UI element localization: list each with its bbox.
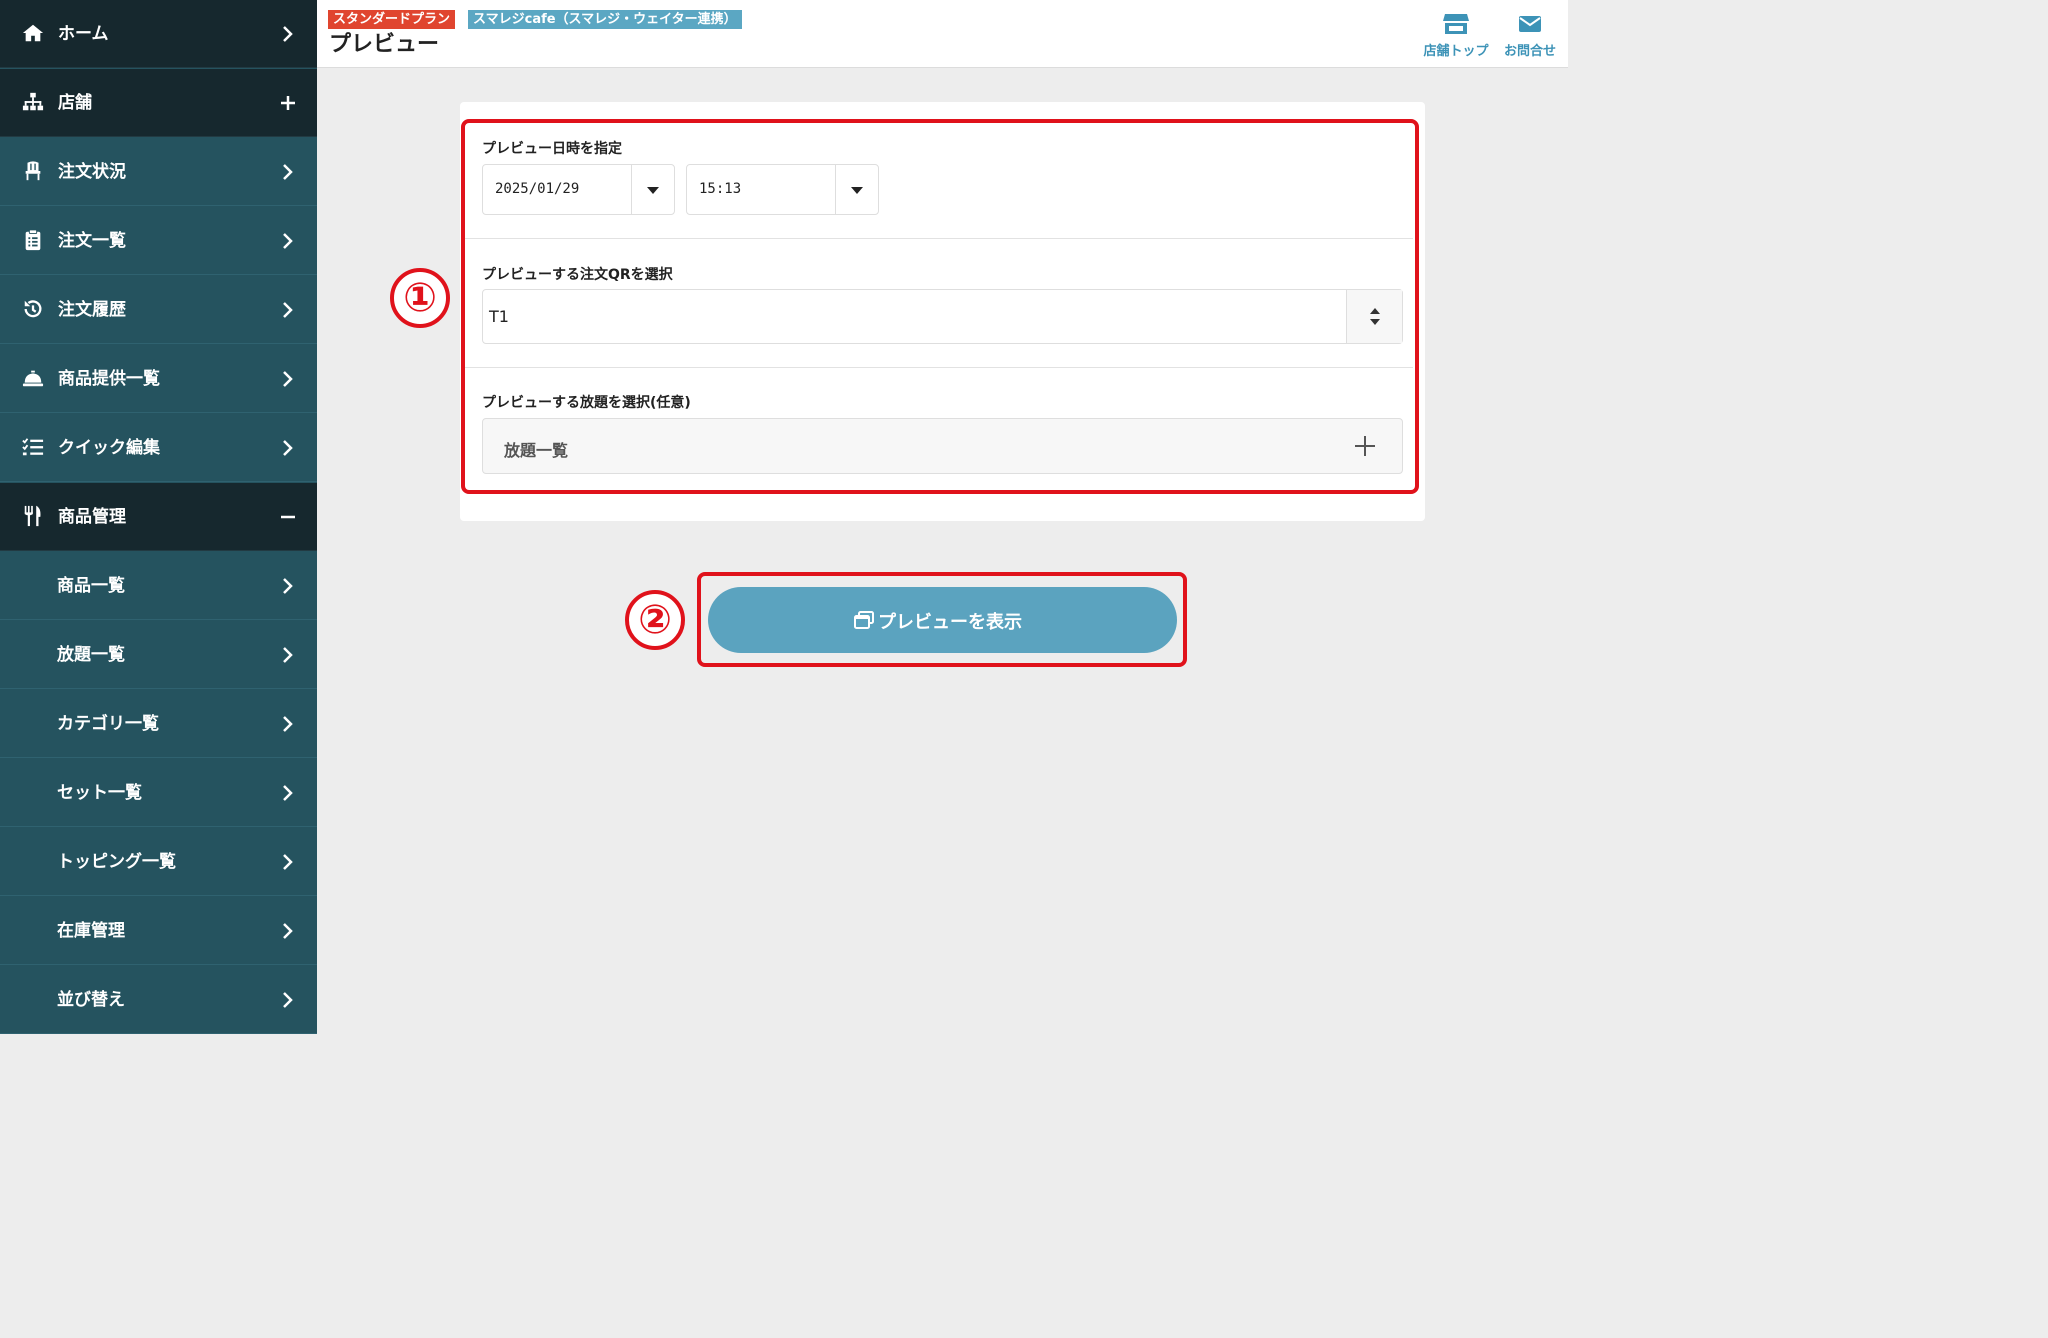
chevron-right-icon	[283, 854, 293, 870]
sidebar-subitem-toppings[interactable]: トッピング一覧	[0, 828, 317, 896]
chevron-right-icon	[283, 647, 293, 663]
sidebar-item-order-list[interactable]: 注文一覧	[0, 207, 317, 275]
history-icon	[24, 300, 42, 318]
plan-badge: スタンダードプラン	[328, 10, 456, 29]
sidebar-item-store[interactable]: 店舗	[0, 69, 317, 137]
store-icon	[1443, 14, 1469, 34]
sitemap-icon	[22, 92, 44, 111]
chevron-right-icon	[283, 26, 293, 42]
chevron-right-icon	[283, 302, 293, 318]
chevron-right-icon	[283, 233, 293, 249]
chevron-right-icon	[283, 992, 293, 1008]
clipboard-icon	[25, 229, 41, 251]
sidebar-item-label: 並び替え	[57, 990, 125, 1010]
sidebar-item-label: カテゴリ一覧	[57, 714, 159, 734]
sidebar-item-label: ホーム	[58, 24, 109, 44]
contact-label: お問合せ	[1503, 44, 1556, 59]
chevron-right-icon	[283, 164, 293, 180]
chevron-right-icon	[283, 923, 293, 939]
sidebar-item-order-history[interactable]: 注文履歴	[0, 276, 317, 344]
envelope-icon	[1519, 16, 1541, 32]
page-title: プレビュー	[329, 32, 440, 57]
chevron-right-icon	[283, 785, 293, 801]
store-badge: スマレジcafe（スマレジ・ウェイター連携）	[468, 10, 742, 29]
sidebar-item-label: クイック編集	[58, 438, 160, 458]
bell-icon	[22, 370, 44, 387]
page-header: スタンダードプラン スマレジcafe（スマレジ・ウェイター連携） プレビュー 店…	[317, 0, 1568, 68]
store-top-label: 店舗トップ	[1423, 44, 1489, 59]
minus-icon	[281, 515, 295, 519]
home-icon	[22, 24, 44, 42]
utensils-icon	[24, 505, 41, 527]
sidebar-item-label: 商品一覧	[57, 576, 125, 596]
checklist-icon	[22, 438, 44, 456]
sidebar-item-label: 店舗	[58, 93, 92, 113]
sidebar-item-label: セット一覧	[57, 783, 142, 803]
sidebar-item-label: トッピング一覧	[57, 852, 176, 872]
store-top-link[interactable]: 店舗トップ	[1421, 13, 1491, 59]
plus-icon	[281, 96, 295, 110]
chair-icon	[25, 161, 41, 181]
sidebar-subitem-inventory[interactable]: 在庫管理	[0, 897, 317, 965]
sidebar-item-quick-edit[interactable]: クイック編集	[0, 414, 317, 482]
show-preview-label: プレビューを表示	[878, 612, 1022, 633]
show-preview-button[interactable]: プレビューを表示	[708, 587, 1177, 653]
sidebar-item-home[interactable]: ホーム	[0, 0, 317, 68]
sidebar-item-label: 在庫管理	[57, 921, 125, 941]
chevron-right-icon	[283, 716, 293, 732]
sidebar-subitem-sets[interactable]: セット一覧	[0, 759, 317, 827]
sidebar-item-label: 商品提供一覧	[58, 369, 160, 389]
sidebar-item-label: 放題一覧	[57, 645, 125, 665]
sidebar-item-label: 注文状況	[58, 162, 126, 182]
sidebar-subitem-products[interactable]: 商品一覧	[0, 552, 317, 620]
annotation-frame-1	[461, 119, 1419, 494]
sidebar-subitem-all-you-can[interactable]: 放題一覧	[0, 621, 317, 689]
sidebar-item-label: 注文履歴	[58, 300, 126, 320]
chevron-right-icon	[283, 371, 293, 387]
annotation-marker-1: ①	[390, 268, 450, 328]
sidebar-item-serving-list[interactable]: 商品提供一覧	[0, 345, 317, 413]
sidebar: ホーム 店舗 注文状況 注文一覧 注文履歴 商品提供一覧 クイック編集 商品管理…	[0, 0, 317, 1034]
annotation-marker-2: ②	[625, 590, 685, 650]
sidebar-item-label: 注文一覧	[58, 231, 126, 251]
sidebar-subitem-categories[interactable]: カテゴリ一覧	[0, 690, 317, 758]
sidebar-subitem-sort[interactable]: 並び替え	[0, 966, 317, 1034]
contact-link[interactable]: お問合せ	[1499, 13, 1561, 59]
window-restore-icon	[854, 611, 874, 629]
chevron-right-icon	[283, 440, 293, 456]
sidebar-item-label: 商品管理	[58, 507, 126, 527]
sidebar-item-product-management[interactable]: 商品管理	[0, 483, 317, 551]
chevron-right-icon	[283, 578, 293, 594]
sidebar-item-order-status[interactable]: 注文状況	[0, 138, 317, 206]
